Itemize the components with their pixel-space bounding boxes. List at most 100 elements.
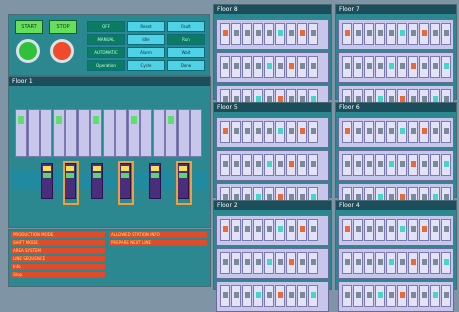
bay[interactable] <box>220 219 230 241</box>
bay[interactable] <box>397 23 407 45</box>
bay[interactable] <box>375 252 385 274</box>
bay[interactable] <box>386 23 396 45</box>
bay[interactable] <box>242 219 252 241</box>
bay[interactable] <box>342 121 352 143</box>
bay[interactable] <box>353 285 363 307</box>
bay[interactable] <box>253 285 263 307</box>
bay[interactable] <box>353 252 363 274</box>
bay[interactable] <box>264 285 274 307</box>
machine[interactable] <box>190 109 202 157</box>
bay[interactable] <box>264 56 274 78</box>
control-alarm[interactable]: Alarm <box>127 47 165 58</box>
machine[interactable] <box>102 109 115 157</box>
bay[interactable] <box>231 252 241 274</box>
bay[interactable] <box>419 252 429 274</box>
bay[interactable] <box>264 23 274 45</box>
bay[interactable] <box>253 121 263 143</box>
bay[interactable] <box>220 285 230 307</box>
bay[interactable] <box>353 121 363 143</box>
bay[interactable] <box>364 121 374 143</box>
bay[interactable] <box>342 219 352 241</box>
bay[interactable] <box>297 285 307 307</box>
control-operation[interactable]: Operation <box>87 60 125 71</box>
bay[interactable] <box>375 121 385 143</box>
control-wait[interactable]: Wait <box>167 47 205 58</box>
bay[interactable] <box>397 154 407 176</box>
stop-button[interactable]: STOP <box>49 20 77 34</box>
robot-cell[interactable] <box>91 163 103 199</box>
control-run[interactable]: Run <box>167 34 205 45</box>
control-idle[interactable]: Idle <box>127 34 165 45</box>
bay[interactable] <box>353 154 363 176</box>
bay[interactable] <box>297 23 307 45</box>
bay[interactable] <box>386 154 396 176</box>
machine[interactable] <box>27 109 40 157</box>
bay[interactable] <box>231 154 241 176</box>
bay[interactable] <box>408 285 418 307</box>
machine[interactable] <box>65 109 77 157</box>
bay[interactable] <box>275 154 285 176</box>
bay[interactable] <box>231 285 241 307</box>
bay[interactable] <box>375 285 385 307</box>
bay[interactable] <box>308 154 318 176</box>
bay[interactable] <box>430 154 440 176</box>
bay[interactable] <box>430 252 440 274</box>
bay[interactable] <box>353 219 363 241</box>
bay[interactable] <box>342 56 352 78</box>
control-automatic[interactable]: AUTOMATIC <box>87 47 125 58</box>
bay[interactable] <box>397 56 407 78</box>
bay[interactable] <box>275 219 285 241</box>
bay[interactable] <box>430 56 440 78</box>
robot-cell[interactable] <box>41 163 53 199</box>
bay[interactable] <box>386 121 396 143</box>
bay[interactable] <box>397 252 407 274</box>
bay[interactable] <box>430 285 440 307</box>
machine[interactable] <box>165 109 177 157</box>
bay[interactable] <box>397 219 407 241</box>
control-fault[interactable]: Fault <box>167 21 205 32</box>
machine[interactable] <box>15 109 27 157</box>
bay[interactable] <box>308 219 318 241</box>
bay[interactable] <box>430 121 440 143</box>
bay[interactable] <box>430 219 440 241</box>
bay[interactable] <box>220 154 230 176</box>
bay[interactable] <box>342 252 352 274</box>
bay[interactable] <box>419 285 429 307</box>
bay[interactable] <box>264 252 274 274</box>
machine[interactable] <box>90 109 102 157</box>
bay[interactable] <box>419 23 429 45</box>
bay[interactable] <box>286 285 296 307</box>
bay[interactable] <box>264 121 274 143</box>
machine[interactable] <box>177 109 190 157</box>
bay[interactable] <box>253 23 263 45</box>
bay[interactable] <box>308 121 318 143</box>
bay[interactable] <box>342 154 352 176</box>
bay[interactable] <box>275 121 285 143</box>
control-reset[interactable]: Reset <box>127 21 165 32</box>
bay[interactable] <box>441 121 451 143</box>
bay[interactable] <box>408 154 418 176</box>
bay[interactable] <box>297 121 307 143</box>
bay[interactable] <box>253 154 263 176</box>
control-done[interactable]: Done <box>167 60 205 71</box>
bay[interactable] <box>408 219 418 241</box>
control-off[interactable]: OFF <box>87 21 125 32</box>
bay[interactable] <box>397 285 407 307</box>
bay[interactable] <box>386 252 396 274</box>
bay[interactable] <box>364 285 374 307</box>
bay[interactable] <box>386 56 396 78</box>
bay[interactable] <box>275 285 285 307</box>
bay[interactable] <box>408 121 418 143</box>
bay[interactable] <box>353 23 363 45</box>
control-cycle[interactable]: Cycle <box>127 60 165 71</box>
bay[interactable] <box>264 219 274 241</box>
bay[interactable] <box>386 285 396 307</box>
bay[interactable] <box>430 23 440 45</box>
start-button[interactable]: START <box>15 20 43 34</box>
bay[interactable] <box>408 252 418 274</box>
bay[interactable] <box>242 121 252 143</box>
bay[interactable] <box>419 154 429 176</box>
machine[interactable] <box>52 109 65 157</box>
bay[interactable] <box>297 252 307 274</box>
bay[interactable] <box>242 56 252 78</box>
